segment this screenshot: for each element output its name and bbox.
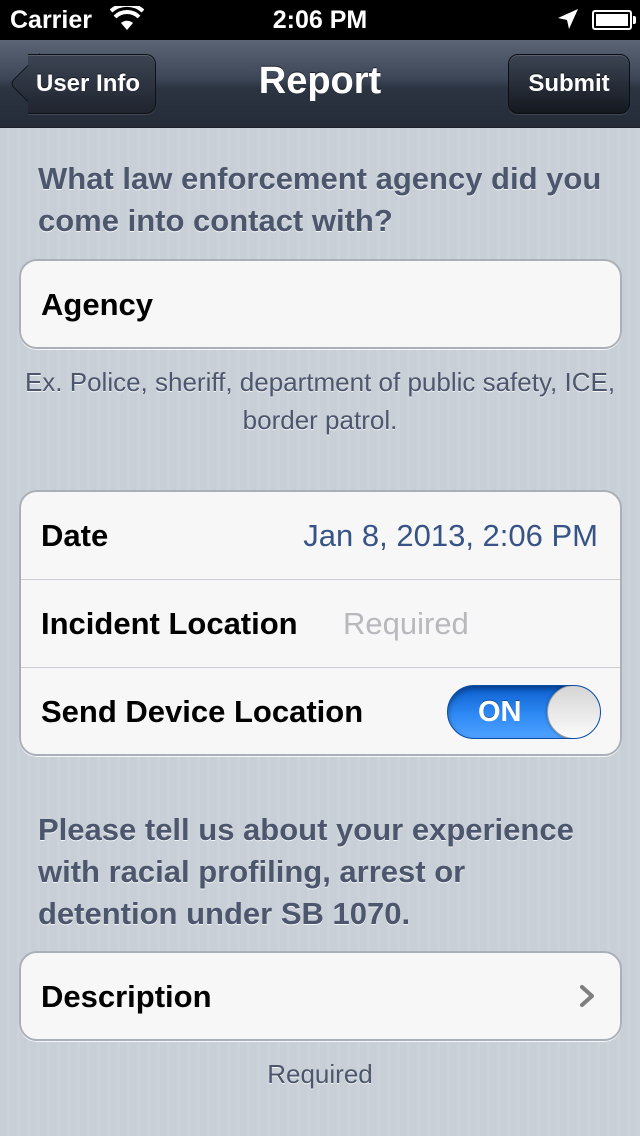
switch-knob (547, 686, 600, 738)
date-value: Jan 8, 2013, 2:06 PM (303, 518, 598, 553)
battery-icon (592, 10, 636, 30)
date-label: Date (41, 518, 109, 553)
navigation-bar: User Info Report Submit (0, 40, 640, 128)
chevron-right-icon (580, 985, 594, 1007)
agency-section-header: What law enforcement agency did you come… (38, 161, 602, 238)
incident-location-cell[interactable]: Incident Location Required (21, 580, 620, 668)
description-section-header: Please tell us about your experience wit… (38, 812, 574, 931)
description-group: Description (19, 951, 622, 1041)
date-cell[interactable]: Date Jan 8, 2013, 2:06 PM (21, 492, 620, 580)
send-device-location-label: Send Device Location (41, 694, 364, 729)
agency-section-footer: Ex. Police, sheriff, department of publi… (24, 367, 616, 435)
agency-field[interactable]: Agency (21, 261, 620, 347)
status-time: 2:06 PM (272, 6, 368, 34)
location-arrow-icon (558, 9, 578, 29)
description-label: Description (41, 979, 212, 1014)
switch-on-label: ON (478, 696, 522, 728)
incident-location-label: Incident Location (41, 606, 298, 641)
description-section-footer: Required (267, 1059, 373, 1089)
incident-location-placeholder: Required (343, 606, 469, 641)
description-cell[interactable]: Description (21, 953, 620, 1039)
agency-label: Agency (41, 287, 153, 322)
status-bar: Carrier 2:06 PM (0, 0, 640, 40)
agency-group: Agency (19, 259, 622, 349)
submit-button[interactable]: Submit (508, 54, 630, 114)
send-device-location-cell: Send Device Location ON (21, 668, 620, 754)
send-device-location-switch[interactable]: ON (447, 685, 601, 739)
details-group: Date Jan 8, 2013, 2:06 PM Incident Locat… (19, 490, 622, 756)
